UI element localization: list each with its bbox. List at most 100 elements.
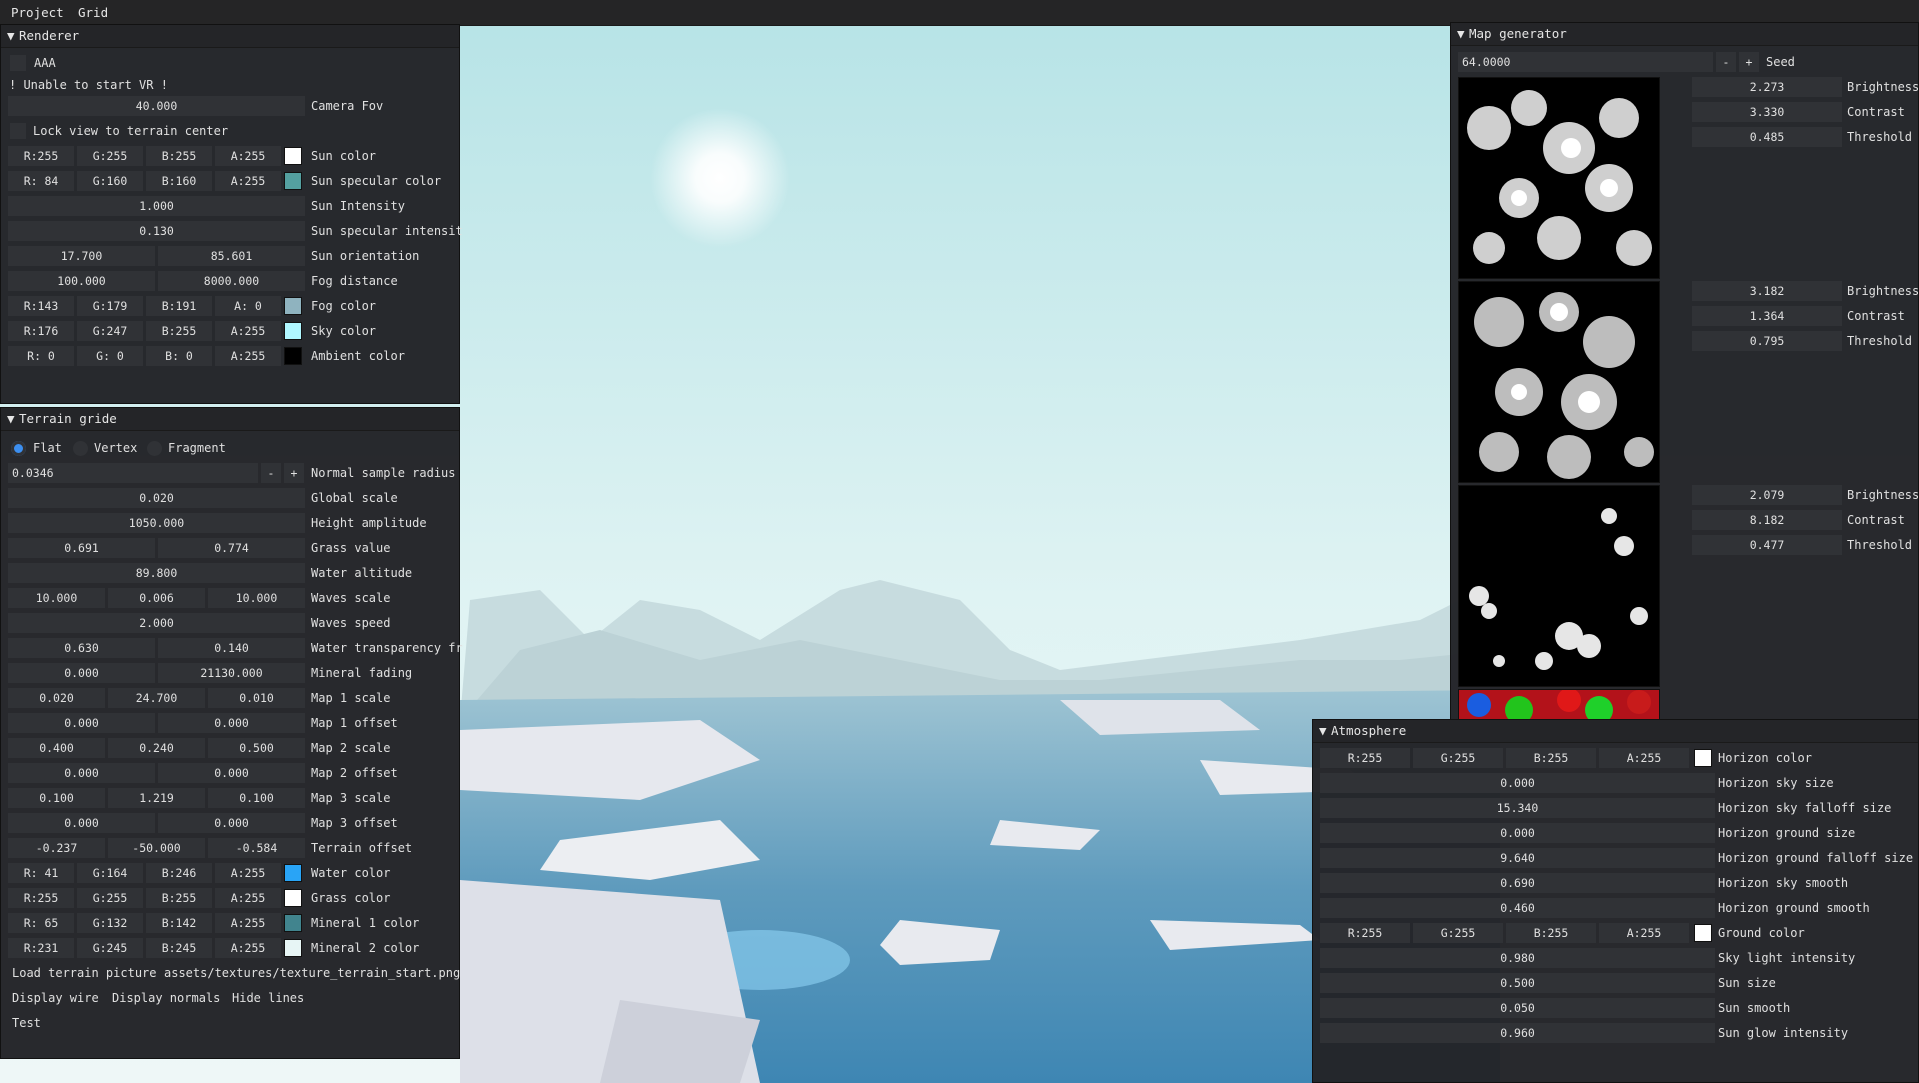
map2-contrast-field[interactable]: 1.364 [1692,306,1842,326]
test-button[interactable]: Test [9,1013,44,1033]
horizon-sky-smooth-field-1[interactable]: 0.690 [1320,873,1715,893]
horizon-ground-size-field-1[interactable]: 0.000 [1320,823,1715,843]
waves-scale-field-3[interactable]: 10.000 [208,588,305,608]
water-transparency-field-1[interactable]: 0.630 [8,638,155,658]
mineral2-color-a-field[interactable]: A:255 [215,938,281,958]
mineral2-color-b-field[interactable]: B:245 [146,938,212,958]
ground-color-g-field[interactable]: G:255 [1413,923,1503,943]
water-color-r-field[interactable]: R: 41 [8,863,74,883]
map2-scale-field-1[interactable]: 0.400 [8,738,105,758]
sun-orientation-field-1[interactable]: 17.700 [8,246,155,266]
map3-scale-field-1[interactable]: 0.100 [8,788,105,808]
map1-scale-field-1[interactable]: 0.020 [8,688,105,708]
horizon-ground-falloff-field-1[interactable]: 9.640 [1320,848,1715,868]
waves-scale-field-2[interactable]: 0.006 [108,588,205,608]
ground-color-swatch[interactable] [1694,924,1712,942]
renderer-title-bar[interactable]: ▼ Renderer [1,25,459,48]
fog-color-swatch[interactable] [284,297,302,315]
hide-lines-button[interactable]: Hide lines [229,988,307,1008]
ground-color-r-field[interactable]: R:255 [1320,923,1410,943]
horizon-ground-smooth-field-1[interactable]: 0.460 [1320,898,1715,918]
map3-threshold-field[interactable]: 0.477 [1692,535,1842,555]
grass-value-field-2[interactable]: 0.774 [158,538,305,558]
seed-minus-button[interactable]: - [1716,52,1736,72]
ground-color-b-field[interactable]: B:255 [1506,923,1596,943]
water-altitude-field-1[interactable]: 89.800 [8,563,305,583]
horizon-color-r-field[interactable]: R:255 [1320,748,1410,768]
map1-threshold-field[interactable]: 0.485 [1692,127,1842,147]
horizon-color-a-field[interactable]: A:255 [1599,748,1689,768]
horizon-sky-size-field-1[interactable]: 0.000 [1320,773,1715,793]
terrain-offset-field-1[interactable]: -0.237 [8,838,105,858]
map2-scale-field-2[interactable]: 0.240 [108,738,205,758]
shading-flat-radio[interactable] [11,441,26,456]
global-scale-field-1[interactable]: 0.020 [8,488,305,508]
map2-offset-field-1[interactable]: 0.000 [8,763,155,783]
sun-specular-color-g-field[interactable]: G:160 [77,171,143,191]
grass-color-swatch[interactable] [284,889,302,907]
seed-plus-button[interactable]: + [1739,52,1759,72]
fog-distance-field-2[interactable]: 8000.000 [158,271,305,291]
load-terrain-picture-button[interactable]: Load terrain picture [9,963,160,983]
map1-brightness-field[interactable]: 2.273 [1692,77,1842,97]
map3-scale-field-3[interactable]: 0.100 [208,788,305,808]
mineral-fading-field-1[interactable]: 0.000 [8,663,155,683]
mineral1-color-b-field[interactable]: B:142 [146,913,212,933]
fog-color-b-field[interactable]: B:191 [146,296,212,316]
fog-color-r-field[interactable]: R:143 [8,296,74,316]
map2-scale-field-3[interactable]: 0.500 [208,738,305,758]
display-normals-button[interactable]: Display normals [109,988,223,1008]
grass-color-b-field[interactable]: B:255 [146,888,212,908]
waves-scale-field-1[interactable]: 10.000 [8,588,105,608]
map3-contrast-field[interactable]: 8.182 [1692,510,1842,530]
mineral1-color-swatch[interactable] [284,914,302,932]
ambient-color-b-field[interactable]: B: 0 [146,346,212,366]
sun-specular-color-b-field[interactable]: B:160 [146,171,212,191]
normal-sample-minus-button[interactable]: - [261,463,281,483]
map2-threshold-field[interactable]: 0.795 [1692,331,1842,351]
normal-sample-radius-field[interactable]: 0.0346 [8,463,258,483]
collapse-arrow-icon[interactable]: ▼ [7,25,19,47]
map1-scale-field-3[interactable]: 0.010 [208,688,305,708]
collapse-arrow-icon[interactable]: ▼ [7,408,19,430]
grass-color-r-field[interactable]: R:255 [8,888,74,908]
lock-view-checkbox[interactable] [10,123,26,139]
ambient-color-swatch[interactable] [284,347,302,365]
sun-glow-intensity-field-1[interactable]: 0.960 [1320,1023,1715,1043]
mineral-fading-field-2[interactable]: 21130.000 [158,663,305,683]
menu-project[interactable]: Project [11,5,64,20]
sun-specular-color-swatch[interactable] [284,172,302,190]
normal-sample-plus-button[interactable]: + [284,463,304,483]
sun-color-r-field[interactable]: R:255 [8,146,74,166]
sky-color-g-field[interactable]: G:247 [77,321,143,341]
water-color-b-field[interactable]: B:246 [146,863,212,883]
map1-contrast-field[interactable]: 3.330 [1692,102,1842,122]
terrain-offset-field-2[interactable]: -50.000 [108,838,205,858]
ambient-color-g-field[interactable]: G: 0 [77,346,143,366]
sun-smooth-field-1[interactable]: 0.050 [1320,998,1715,1018]
sky-color-r-field[interactable]: R:176 [8,321,74,341]
ambient-color-a-field[interactable]: A:255 [215,346,281,366]
map2-offset-field-2[interactable]: 0.000 [158,763,305,783]
mineral2-color-r-field[interactable]: R:231 [8,938,74,958]
collapse-arrow-icon[interactable]: ▼ [1319,720,1331,742]
terrain-title-bar[interactable]: ▼ Terrain gride [1,408,459,431]
fog-color-g-field[interactable]: G:179 [77,296,143,316]
horizon-color-swatch[interactable] [1694,749,1712,767]
sky-color-swatch[interactable] [284,322,302,340]
mineral2-color-g-field[interactable]: G:245 [77,938,143,958]
map3-brightness-field[interactable]: 2.079 [1692,485,1842,505]
height-amplitude-field-1[interactable]: 1050.000 [8,513,305,533]
horizon-color-b-field[interactable]: B:255 [1506,748,1596,768]
ambient-color-r-field[interactable]: R: 0 [8,346,74,366]
mineral1-color-g-field[interactable]: G:132 [77,913,143,933]
map1-offset-field-2[interactable]: 0.000 [158,713,305,733]
sun-specular-intensity-field-1[interactable]: 0.130 [8,221,305,241]
sky-color-b-field[interactable]: B:255 [146,321,212,341]
grass-color-g-field[interactable]: G:255 [77,888,143,908]
sun-color-g-field[interactable]: G:255 [77,146,143,166]
camera-fov-field[interactable]: 40.000 [8,96,305,116]
map1-scale-field-2[interactable]: 24.700 [108,688,205,708]
ground-color-a-field[interactable]: A:255 [1599,923,1689,943]
map2-brightness-field[interactable]: 3.182 [1692,281,1842,301]
